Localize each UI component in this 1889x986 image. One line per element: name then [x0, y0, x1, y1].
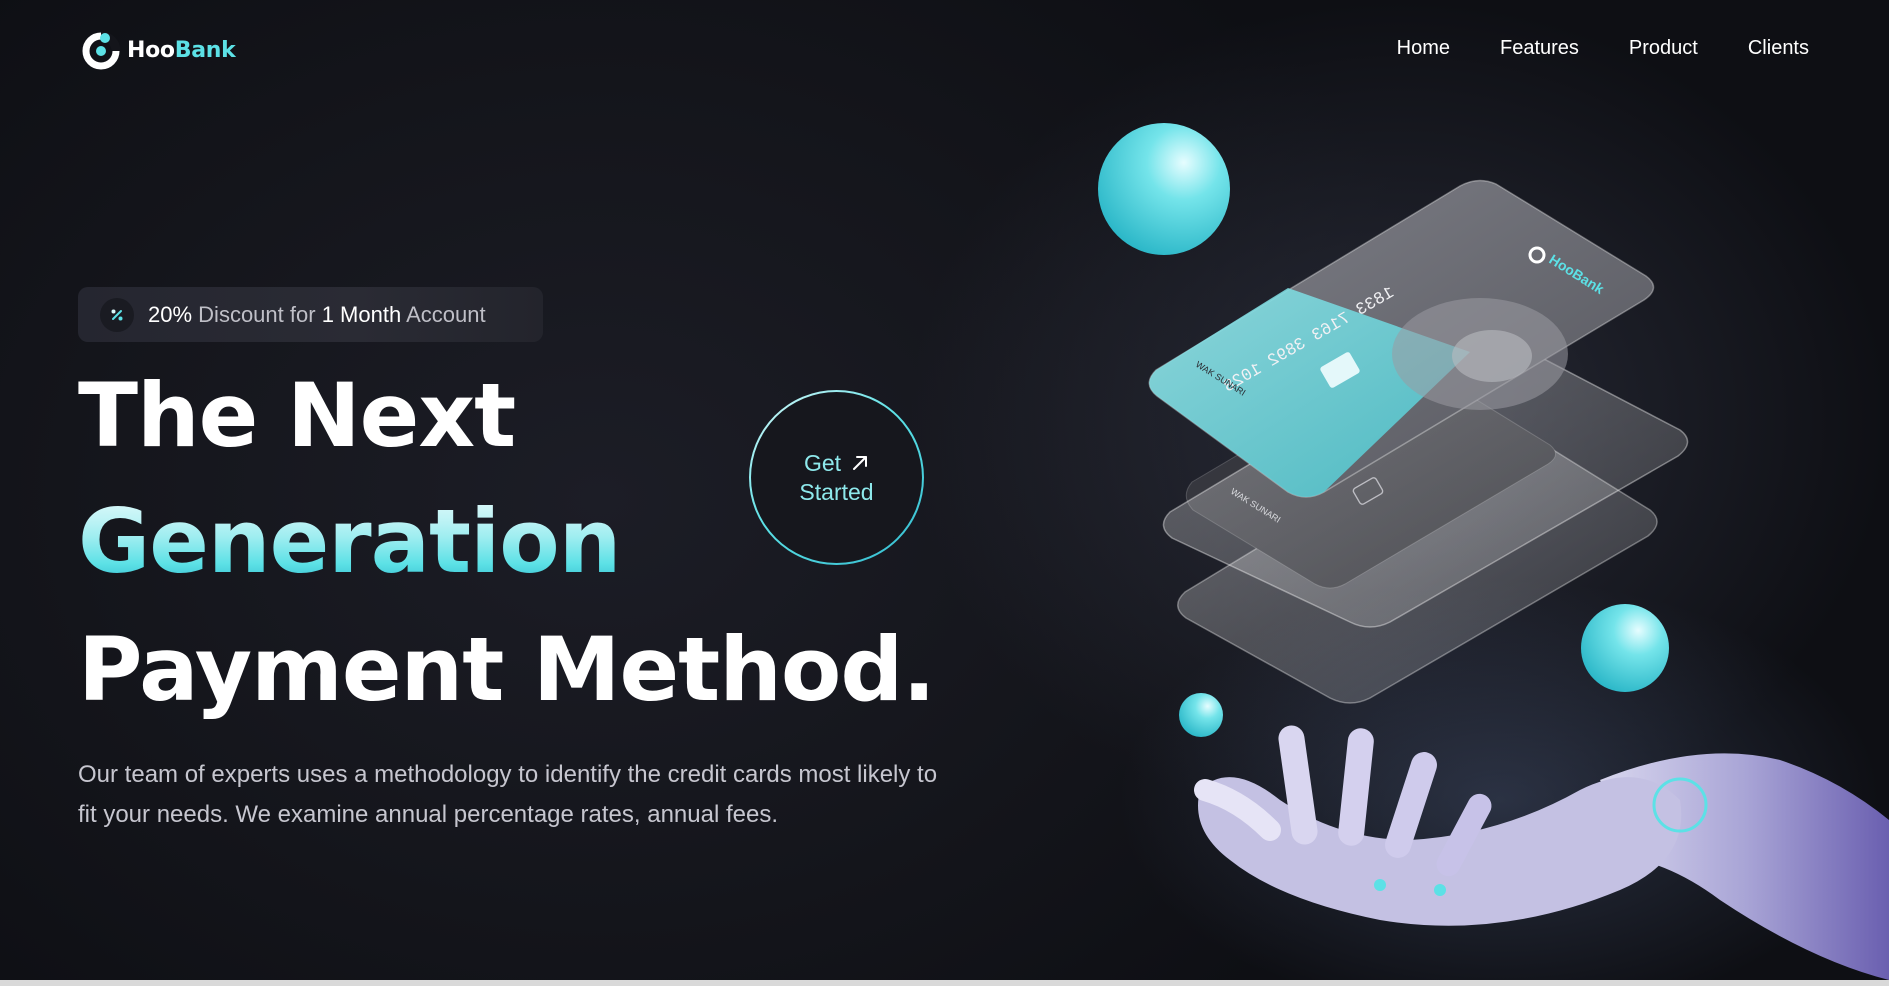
- get-started-inner: Get Started: [751, 392, 922, 563]
- arrow-up-right-icon: [853, 456, 868, 470]
- get-started-label-1: Get: [803, 449, 842, 476]
- hero-illustration: WAK SUNARI 1833 7163 3892 1028 WAK SUNAR…: [1098, 123, 1889, 980]
- discount-mid: Discount for: [198, 301, 316, 327]
- hero-description: Our team of experts uses a methodology t…: [78, 761, 938, 828]
- nav-product[interactable]: Product: [1629, 37, 1698, 60]
- sphere-small: [1179, 693, 1223, 737]
- headline-line-2: Generation: [78, 490, 621, 593]
- sphere-medium: [1581, 604, 1669, 692]
- hero-page: HooBank Home Features Product Clients 20…: [0, 0, 1889, 980]
- sphere-large: [1098, 123, 1230, 255]
- discount-duration: 1 Month: [321, 301, 402, 327]
- logo-text: HooBank: [127, 37, 236, 63]
- discount-value: 20%: [148, 301, 193, 327]
- discount-badge: 20% Discount for 1 Month Account: [78, 287, 543, 342]
- top-nav: Home Features Product Clients: [1397, 37, 1809, 60]
- nav-features[interactable]: Features: [1500, 37, 1579, 60]
- nav-clients[interactable]: Clients: [1748, 37, 1809, 60]
- nav-home[interactable]: Home: [1397, 37, 1450, 60]
- headline-line-1: The Next: [78, 364, 516, 467]
- get-started-button[interactable]: Get Started: [749, 390, 924, 565]
- get-started-label-2: Started: [799, 478, 874, 505]
- hoobank-logo-icon: [82, 31, 121, 70]
- get-started-row: Get: [804, 449, 869, 478]
- discount-icon: [100, 297, 134, 332]
- logo-text-hoo: Hoo: [127, 37, 175, 63]
- discount-end: Account: [406, 301, 486, 327]
- logo[interactable]: HooBank: [81, 30, 236, 70]
- discount-text: 20% Discount for 1 Month Account: [148, 302, 486, 328]
- logo-text-bank: Bank: [174, 37, 236, 63]
- headline-line-3: Payment Method.: [78, 618, 936, 721]
